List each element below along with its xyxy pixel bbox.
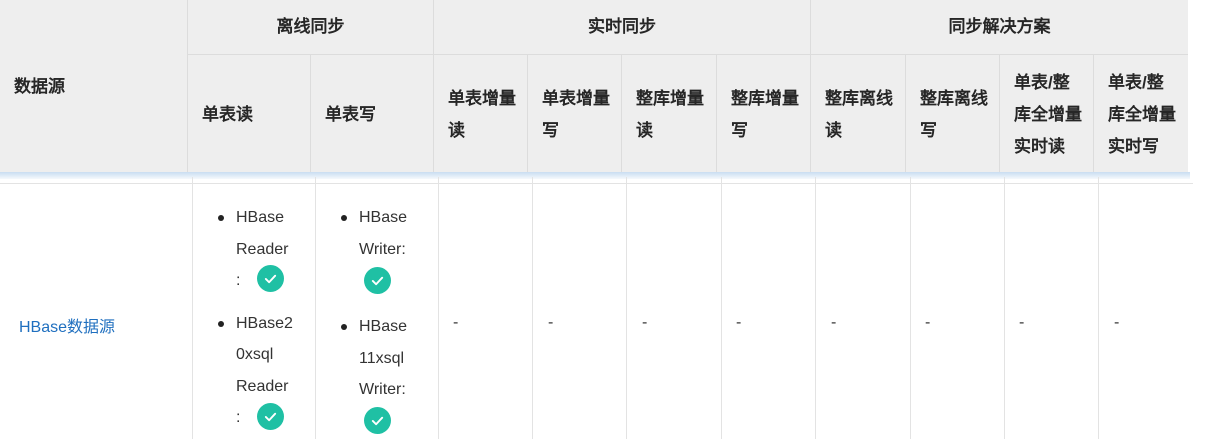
header-col-db-incr-read: 整库增量读 [622, 55, 717, 174]
reader-list: HBase Reader : HBase2 0xsql Reader : [218, 202, 306, 434]
column-divider [532, 177, 533, 439]
check-icon [364, 407, 391, 434]
header-col-full-realtime-read: 单表/整 库全增量 实时读 [1000, 55, 1094, 174]
check-icon [257, 402, 284, 430]
column-divider [1004, 177, 1005, 439]
cell-empty: - [453, 314, 459, 331]
column-divider [626, 177, 627, 439]
check-icon [364, 267, 391, 294]
check-icon [257, 265, 284, 292]
header-group-offline: 离线同步 [188, 0, 434, 54]
bullet-icon [218, 215, 224, 221]
header-col-incr-read: 单表增量读 [434, 55, 528, 174]
header-col-full-realtime-write: 单表/整 库全增量 实时写 [1108, 72, 1176, 156]
list-item: HBase2 0xsql Reader : [218, 308, 306, 434]
column-divider [192, 177, 193, 439]
header-col-table-write: 单表写 [311, 55, 434, 174]
header-col-db-incr-write: 整库增量写 [717, 55, 811, 174]
column-divider [721, 177, 722, 439]
header-datasource: 数据源 [0, 0, 188, 174]
datasource-link[interactable]: HBase数据源 [19, 313, 115, 337]
bullet-icon [341, 324, 347, 330]
cell-empty: - [1019, 314, 1025, 331]
cell-empty: - [548, 314, 554, 331]
cell-empty: - [925, 314, 931, 331]
table-row [0, 183, 1193, 439]
table-header: 数据源 离线同步 实时同步 同步解决方案 单表读 单表写 单表增量读 单表增量写… [0, 0, 1188, 174]
cell-empty: - [1114, 314, 1120, 331]
header-col-db-offline-write: 整库离线写 [906, 55, 1000, 174]
bullet-icon [341, 215, 347, 221]
header-group-realtime: 实时同步 [434, 0, 811, 54]
cell-empty: - [736, 314, 742, 331]
column-divider [315, 177, 316, 439]
writer-list: HBase Writer: HBase 11xsql Writer: [341, 202, 429, 434]
cell-empty: - [831, 314, 837, 331]
cell-empty: - [642, 314, 648, 331]
list-item: HBase Reader : [218, 202, 306, 297]
table: 数据源 离线同步 实时同步 同步解决方案 单表读 单表写 单表增量读 单表增量写… [0, 0, 1210, 439]
column-divider [438, 177, 439, 439]
header-col-incr-write: 单表增量写 [528, 55, 622, 174]
list-item: HBase 11xsql Writer: [341, 311, 429, 434]
list-item: HBase Writer: [341, 202, 429, 297]
header-col-db-offline-read: 整库离线读 [811, 55, 906, 174]
column-divider [1098, 177, 1099, 439]
column-divider [910, 177, 911, 439]
column-divider [815, 177, 816, 439]
header-group-solution: 同步解决方案 [948, 17, 1051, 36]
bullet-icon [218, 320, 224, 327]
header-shadow [0, 172, 1190, 179]
header-col-table-read: 单表读 [188, 55, 311, 174]
